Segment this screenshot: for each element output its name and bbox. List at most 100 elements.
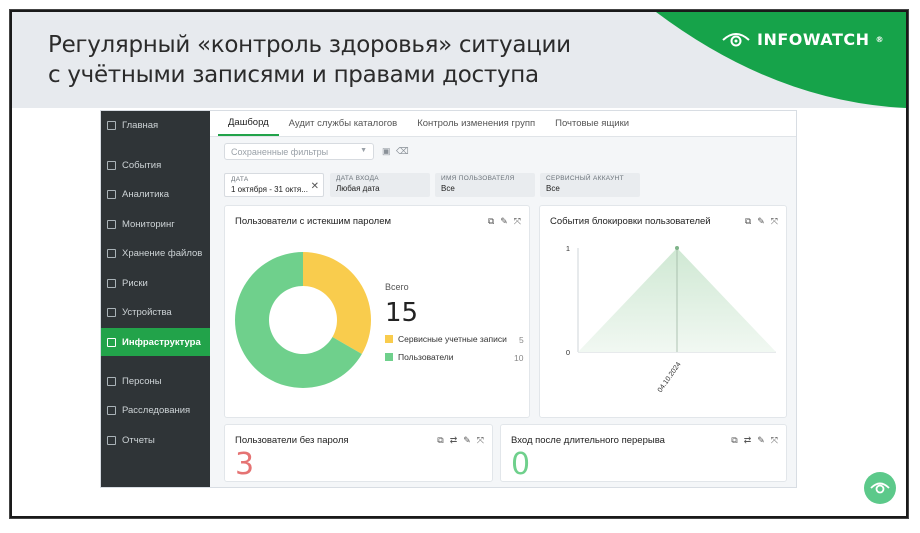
tab-group-changes[interactable]: Контроль изменения групп [407, 118, 545, 136]
y-tick-label: 0 [566, 348, 570, 357]
legend-value: 10 [514, 353, 524, 363]
expand-icon[interactable]: ⤧ [771, 216, 778, 227]
legend-swatch [385, 335, 393, 343]
card-tools: ⧉ ⇄ ✎ ⤧ [731, 435, 778, 446]
sidebar-item-devices[interactable]: Устройства [101, 298, 210, 326]
sidebar-item-label: Хранение файлов [122, 247, 203, 259]
file-storage-icon [107, 248, 116, 258]
card-long-break-login: Вход после длительного перерыва ⧉ ⇄ ✎ ⤧ … [500, 424, 787, 482]
edit-icon[interactable]: ✎ [757, 216, 765, 227]
sidebar-item-file-storage[interactable]: Хранение файлов [101, 239, 210, 267]
sidebar-item-persons[interactable]: Персоны [101, 367, 210, 395]
legend-value: 5 [519, 335, 524, 345]
sidebar-item-label: Устройства [122, 306, 172, 318]
legend-item-users: Пользователи [385, 352, 453, 362]
card-title: Вход после длительного перерыва [511, 435, 665, 446]
eraser-icon[interactable]: ⌫ [396, 146, 409, 157]
sidebar-item-label: Мониторинг [122, 218, 175, 230]
legend-swatch [385, 353, 393, 361]
legend-label: Пользователи [398, 352, 454, 362]
reports-icon [107, 435, 116, 445]
legend-item-service: Сервисные учетные записи [385, 334, 507, 344]
filter-service-account[interactable]: Сервисный аккаунт Все [540, 173, 640, 197]
card-title: События блокировки пользователей [550, 216, 711, 227]
tab-dashboard[interactable]: Дашборд [218, 117, 279, 136]
eye-icon [870, 482, 890, 494]
metric-value: 3 [235, 447, 255, 482]
infowatch-logo: INFOWATCH ® [721, 30, 884, 49]
sidebar-item-reports[interactable]: Отчеты [101, 426, 210, 454]
infowatch-eye-icon [722, 32, 750, 46]
card-title: Пользователи с истекшим паролем [235, 216, 392, 227]
investigations-icon [107, 405, 116, 415]
expand-icon[interactable]: ⤧ [477, 435, 484, 446]
brand-background [656, 12, 906, 108]
app-window: Главная События Аналитика Мониторинг Хра… [100, 110, 797, 488]
devices-icon [107, 307, 116, 317]
donut-slice-0[interactable] [303, 252, 371, 354]
events-icon [107, 160, 116, 170]
card-lockout-events: События блокировки пользователей ⧉ ✎ ⤧ 0… [539, 205, 787, 418]
expand-icon[interactable]: ⤧ [771, 435, 778, 446]
card-expired-password: Пользователи с истекшим паролем ⧉ ✎ ⤧ Вс… [224, 205, 530, 418]
swap-icon[interactable]: ⇄ [450, 435, 458, 446]
sidebar-item-monitoring[interactable]: Мониторинг [101, 210, 210, 238]
slide-header: Регулярный «контроль здоровья» ситуации … [12, 12, 906, 108]
edit-icon[interactable]: ✎ [463, 435, 471, 446]
sidebar-item-analytics[interactable]: Аналитика [101, 180, 210, 208]
open-external-icon[interactable]: ⧉ [731, 435, 737, 446]
filter-value: 1 октября - 31 октя... [231, 185, 308, 194]
total-label: Всего [385, 282, 409, 292]
metric-value: 0 [511, 447, 531, 482]
card-title: Пользователи без пароля [235, 435, 349, 446]
card-tools: ⧉ ✎ ⤧ [745, 216, 778, 227]
sidebar-item-label: Персоны [122, 375, 162, 387]
filter-label: Имя пользователя [441, 175, 515, 182]
filter-username[interactable]: Имя пользователя Все [435, 173, 535, 197]
save-icon[interactable]: ▣ [382, 146, 391, 157]
edit-icon[interactable]: ✎ [500, 216, 508, 227]
filter-label: Дата [231, 176, 249, 183]
help-eye-button[interactable] [864, 472, 896, 504]
area-chart: 04.10.2024 1 0 [566, 244, 776, 394]
filter-value: Все [441, 184, 455, 193]
sidebar-item-label: События [122, 159, 162, 171]
card-tools: ⧉ ⇄ ✎ ⤧ [437, 435, 484, 446]
saved-filters-placeholder: Сохраненные фильтры [231, 147, 329, 157]
filter-label: Дата входа [336, 175, 379, 182]
sidebar-item-label: Инфраструктура [122, 336, 201, 348]
persons-icon [107, 376, 116, 386]
tab-bar: Дашборд Аудит службы каталогов Контроль … [210, 111, 796, 137]
sidebar: Главная События Аналитика Мониторинг Хра… [101, 111, 210, 487]
close-icon[interactable]: ✕ [311, 181, 319, 192]
y-tick-label: 1 [566, 244, 570, 253]
expand-icon[interactable]: ⤧ [514, 216, 521, 227]
open-external-icon[interactable]: ⧉ [437, 435, 443, 446]
slide-title-line1: Регулярный «контроль здоровья» ситуации [48, 32, 571, 58]
sidebar-item-infrastructure[interactable]: Инфраструктура [101, 328, 210, 356]
sidebar-item-label: Расследования [122, 404, 191, 416]
saved-filters-select[interactable]: Сохраненные фильтры ▼ [224, 143, 374, 160]
sidebar-item-risks[interactable]: Риски [101, 269, 210, 297]
card-tools: ⧉ ✎ ⤧ [488, 216, 521, 227]
tab-directory-audit[interactable]: Аудит службы каталогов [279, 118, 408, 136]
data-point [675, 246, 679, 250]
risks-icon [107, 278, 116, 288]
tab-mailboxes[interactable]: Почтовые ящики [545, 118, 639, 136]
total-value: 15 [385, 298, 419, 328]
brand-name: INFOWATCH [757, 30, 870, 49]
sidebar-item-home[interactable]: Главная [101, 111, 210, 139]
filter-date[interactable]: Дата 1 октября - 31 октя... ✕ [224, 173, 324, 197]
sidebar-item-events[interactable]: События [101, 151, 210, 179]
monitoring-icon [107, 219, 116, 229]
open-external-icon[interactable]: ⧉ [745, 216, 751, 227]
slide-title: Регулярный «контроль здоровья» ситуации … [48, 30, 571, 90]
filter-login-date[interactable]: Дата входа Любая дата [330, 173, 430, 197]
sidebar-item-label: Главная [122, 119, 159, 131]
sidebar-item-label: Риски [122, 277, 148, 289]
swap-icon[interactable]: ⇄ [744, 435, 752, 446]
analytics-icon [107, 189, 116, 199]
open-external-icon[interactable]: ⧉ [488, 216, 494, 227]
sidebar-item-investigations[interactable]: Расследования [101, 396, 210, 424]
edit-icon[interactable]: ✎ [757, 435, 765, 446]
